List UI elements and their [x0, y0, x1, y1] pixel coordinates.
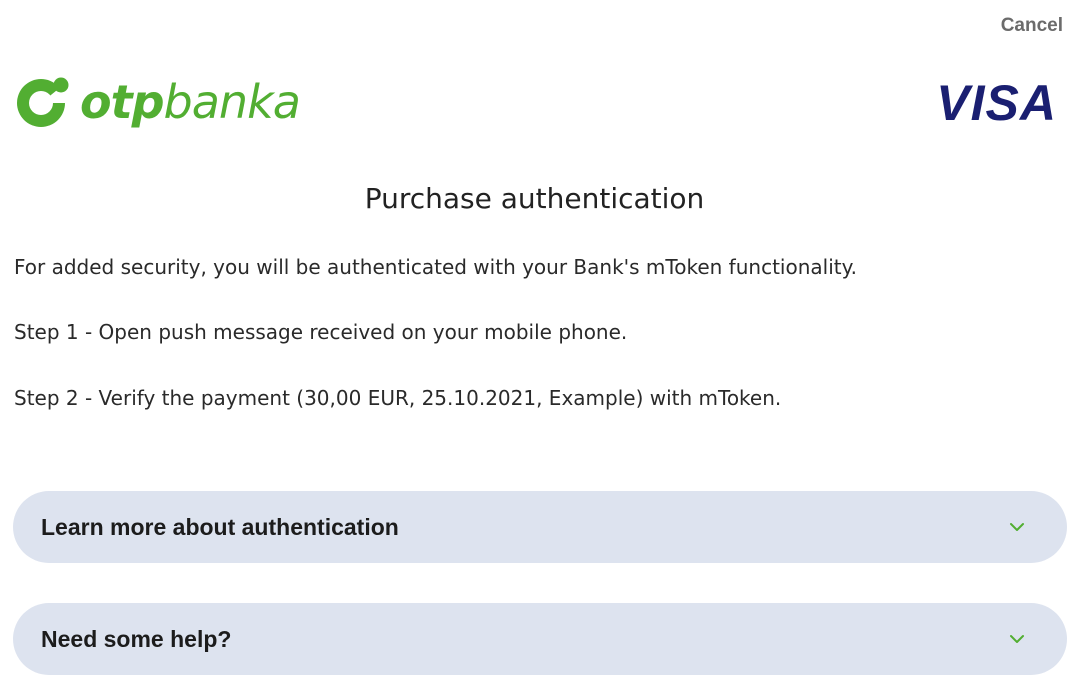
cancel-link[interactable]: Cancel [1001, 15, 1063, 37]
chevron-down-icon [1010, 635, 1024, 643]
learn-more-accordion[interactable]: Learn more about authentication [13, 491, 1067, 563]
step-1-text: Step 1 - Open push message received on y… [14, 320, 628, 344]
accordion-label: Need some help? [41, 625, 232, 652]
chevron-down-icon [1010, 523, 1024, 531]
otp-banka-logo: otpbanka [12, 70, 301, 134]
accordion-label: Learn more about authentication [41, 513, 399, 540]
bank-wordmark: otpbanka [80, 79, 301, 125]
otp-swirl-icon [17, 77, 72, 127]
page-title: Purchase authentication [364, 182, 705, 215]
intro-text: For added security, you will be authenti… [14, 255, 857, 279]
bank-wordmark-bold: otp [80, 75, 165, 129]
bank-wordmark-light: banka [163, 75, 301, 129]
need-help-accordion[interactable]: Need some help? [13, 603, 1067, 675]
visa-logo: VISA [936, 75, 1057, 131]
step-2-text: Step 2 - Verify the payment (30,00 EUR, … [14, 386, 782, 410]
